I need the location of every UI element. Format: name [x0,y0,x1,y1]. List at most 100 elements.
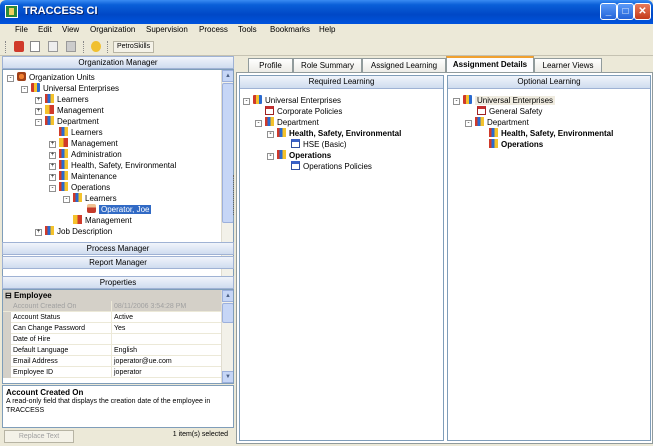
expand-icon[interactable]: + [49,141,56,148]
tree-item[interactable]: - Health, Safety, Environmental [267,128,401,139]
expand-icon[interactable]: + [49,152,56,159]
tree-item[interactable]: - Operations [49,182,110,193]
tree-item-label: Health, Safety, Environmental [71,161,177,170]
tree-item[interactable]: + Management [35,105,104,116]
department-icon [489,128,498,137]
department-icon [59,182,68,191]
tree-item[interactable]: + Management [49,138,118,149]
expand-icon[interactable]: + [49,174,56,181]
menu-supervision[interactable]: Supervision [146,25,188,34]
tree-item[interactable]: - Department [35,116,99,127]
tree-item[interactable]: Operations [489,139,543,150]
organization-manager-header[interactable]: Organization Manager [2,56,234,69]
tree-item[interactable]: Management [73,215,132,226]
collapse-icon[interactable]: - [453,98,460,105]
scroll-thumb[interactable] [222,303,233,323]
property-value[interactable]: English [111,345,223,356]
tree-item[interactable]: + Maintenance [49,171,117,182]
property-value[interactable]: Yes [111,323,223,334]
expand-icon[interactable]: + [35,108,42,115]
menu-process[interactable]: Process [199,25,228,34]
collapse-icon[interactable]: - [63,196,70,203]
tree-item-label: Learners [71,128,103,137]
department-icon [277,150,286,159]
row-gutter [3,367,11,378]
menu-file[interactable]: File [15,25,28,34]
new-document-icon[interactable] [30,41,40,52]
tree-item[interactable]: - Department [465,117,529,128]
tree-item-selected[interactable]: Operator, Joe [87,204,152,215]
copy-icon[interactable] [48,41,58,52]
collapse-icon[interactable]: - [465,120,472,127]
collapse-icon[interactable]: - [255,120,262,127]
menu-help[interactable]: Help [319,25,335,34]
minimize-button[interactable]: _ [600,3,617,20]
tree-item[interactable]: - Organization Units [7,72,95,83]
collapse-icon[interactable]: - [49,185,56,192]
scroll-up-icon[interactable]: ▲ [222,70,233,82]
property-row[interactable]: Can Change Password Yes [3,323,223,334]
collapse-icon[interactable]: - [267,153,274,160]
replace-text-button[interactable]: Replace Text [4,430,74,443]
tree-item-label: Operator, Joe [99,205,152,214]
tree-item[interactable]: - Universal Enterprises [21,83,119,94]
tree-item[interactable]: - Department [255,117,319,128]
tree-item[interactable]: + Health, Safety, Environmental [49,160,176,171]
tab-learner-views[interactable]: Learner Views [534,58,602,72]
scroll-up-icon[interactable]: ▲ [222,290,233,302]
tree-item[interactable]: + Job Description [35,226,112,237]
maximize-button[interactable]: □ [617,3,634,20]
tree-icon[interactable] [66,41,76,52]
collapse-icon[interactable]: - [21,86,28,93]
tree-item[interactable]: HSE (Basic) [291,139,347,150]
property-row[interactable]: Date of Hire [3,334,223,345]
tab-role-summary[interactable]: Role Summary [293,58,362,72]
process-manager-header[interactable]: Process Manager [2,242,234,255]
property-row[interactable]: Email Address joperator@ue.com [3,356,223,367]
scroll-down-icon[interactable]: ▼ [222,371,233,383]
property-row[interactable]: Account Created On 08/11/2006 3:54:28 PM [3,301,223,312]
collapse-icon[interactable]: - [243,98,250,105]
tree-item[interactable]: + Learners [35,94,89,105]
tab-profile[interactable]: Profile [248,58,293,72]
course-icon [291,139,300,148]
menu-view[interactable]: View [62,25,79,34]
property-row[interactable]: Account Status Active [3,312,223,323]
tab-assigned-learning[interactable]: Assigned Learning [362,58,446,72]
tree-item[interactable]: + Administration [49,149,122,160]
menu-bookmarks[interactable]: Bookmarks [270,25,310,34]
property-value[interactable]: Active [111,312,223,323]
expand-icon[interactable]: + [35,229,42,236]
properties-scrollbar[interactable]: ▲ ▼ [221,290,233,383]
close-button[interactable]: ✕ [634,3,651,20]
property-row[interactable]: Default Language English [3,345,223,356]
property-value[interactable] [111,334,223,345]
tree-item[interactable]: - Universal Enterprises [453,95,556,106]
tree-item[interactable]: Health, Safety, Environmental [489,128,613,139]
tree-item[interactable]: General Safety [477,106,542,117]
tree-item[interactable]: - Universal Enterprises [243,95,341,106]
expand-icon[interactable]: + [35,97,42,104]
delete-icon[interactable] [14,41,24,52]
lightning-icon[interactable] [91,41,101,52]
tree-item[interactable]: - Learners [63,193,117,204]
report-manager-header[interactable]: Report Manager [2,256,234,269]
property-row[interactable]: Employee ID joperator [3,367,223,378]
tab-assignment-details[interactable]: Assignment Details [446,56,534,72]
collapse-icon[interactable]: - [267,131,274,138]
collapse-icon[interactable]: - [35,119,42,126]
tree-item[interactable]: - Operations [267,150,331,161]
tree-item[interactable]: Learners [59,127,103,138]
menu-tools[interactable]: Tools [238,25,257,34]
menu-organization[interactable]: Organization [90,25,135,34]
expand-icon[interactable]: + [49,163,56,170]
property-category[interactable]: ⊟ Employee [3,290,223,301]
tree-item[interactable]: Corporate Policies [265,106,342,117]
collapse-icon[interactable]: - [7,75,14,82]
department-icon [45,116,54,125]
petroskills-button[interactable]: PetroSkills [113,41,155,53]
tree-item[interactable]: Operations Policies [291,161,372,172]
menu-edit[interactable]: Edit [38,25,52,34]
property-value[interactable]: joperator [111,367,223,378]
property-value[interactable]: joperator@ue.com [111,356,223,367]
